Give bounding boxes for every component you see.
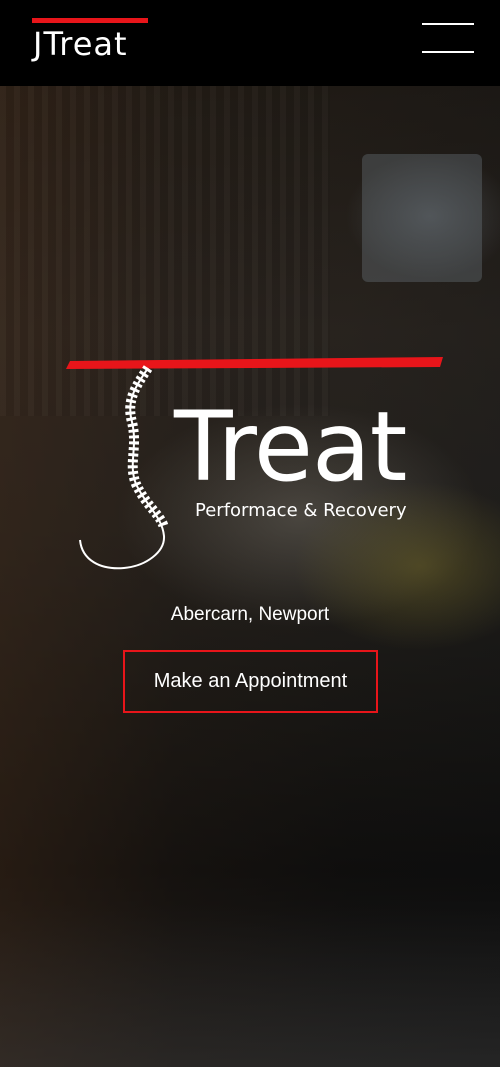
menu-line-top	[422, 23, 474, 25]
brand-name: JTreat	[33, 25, 128, 63]
logo-red-bar	[66, 357, 443, 369]
logo-wordmark: Treat	[174, 391, 407, 503]
hero-logo: Treat Performace & Recovery	[66, 356, 446, 576]
make-appointment-button[interactable]: Make an Appointment	[123, 650, 378, 713]
hamburger-menu-icon[interactable]	[422, 22, 474, 54]
menu-line-bottom	[422, 51, 474, 53]
location-text: Abercarn, Newport	[170, 604, 330, 625]
spine-curve	[79, 367, 166, 570]
background-monitor-blur	[362, 154, 482, 282]
site-header: JTreat	[0, 0, 500, 86]
hero-section: Treat Performace & Recovery Abercarn, Ne…	[0, 86, 500, 1067]
background-floor-blur	[0, 906, 500, 1067]
brand-accent-bar	[32, 18, 148, 23]
logo-tagline: Performace & Recovery	[195, 500, 407, 521]
